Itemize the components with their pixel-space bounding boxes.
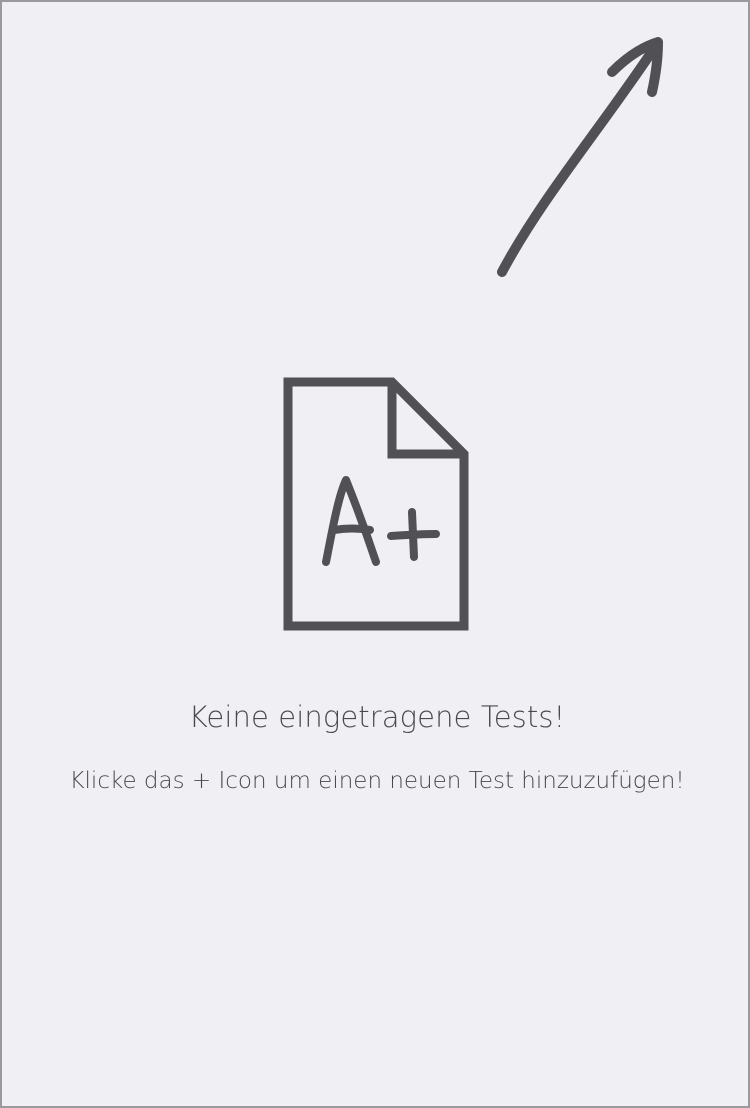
grade-document-icon — [283, 377, 469, 631]
empty-state-title: Keine eingetragene Tests! — [188, 700, 566, 734]
empty-state-screen: Keine eingetragene Tests! Klicke das + I… — [0, 0, 750, 1108]
empty-state-subtitle: Klicke das + Icon um einen neuen Test hi… — [69, 768, 685, 794]
